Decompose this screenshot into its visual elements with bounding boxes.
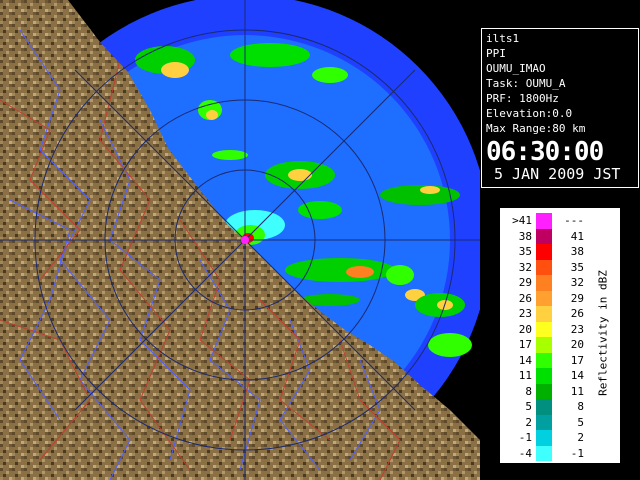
legend-lower-bound: 20 bbox=[518, 322, 532, 336]
legend-upper-bound: 29 bbox=[570, 291, 584, 305]
radar-site-marker bbox=[241, 236, 249, 244]
radar-ppi-map bbox=[0, 0, 480, 480]
legend-upper-bound: 32 bbox=[570, 276, 584, 289]
info-panel: ilts1 PPI OUMU_IMAO Task: OUMU_A PRF: 18… bbox=[481, 28, 639, 188]
observation-time: 06:30:00 bbox=[486, 137, 604, 167]
legend-lower-bound: 2 bbox=[525, 415, 532, 429]
legend-color-swatch bbox=[536, 352, 552, 368]
legend-upper-bound: -1 bbox=[570, 446, 584, 460]
legend-upper-bound: 20 bbox=[570, 338, 584, 351]
legend-lower-bound: -4 bbox=[518, 446, 532, 460]
legend-color-swatch bbox=[536, 228, 552, 244]
legend-lower-bound: 8 bbox=[525, 384, 532, 398]
legend-lower-bound: 11 bbox=[518, 369, 532, 382]
legend-lower-bound: 26 bbox=[518, 291, 532, 305]
legend-color-swatch bbox=[536, 213, 552, 229]
legend-upper-bound: 23 bbox=[570, 322, 584, 336]
legend-upper-bound: 17 bbox=[570, 353, 584, 367]
legend-color-swatch bbox=[536, 383, 552, 399]
max-range-label: Max Range:80 km bbox=[486, 122, 586, 135]
station-name: ilts1 bbox=[486, 32, 520, 45]
legend-upper-bound: 5 bbox=[577, 415, 584, 429]
legend-color-swatch bbox=[536, 445, 552, 461]
task-label: Task: OUMU_A bbox=[486, 77, 566, 90]
legend-color-swatch bbox=[536, 275, 552, 291]
legend-color-swatch bbox=[536, 259, 552, 275]
legend-upper-bound: 38 bbox=[570, 245, 584, 258]
legend-color-swatch bbox=[536, 290, 552, 306]
legend-upper-bound: 35 bbox=[570, 260, 584, 274]
observation-date: 5 JAN 2009 JST bbox=[494, 165, 621, 183]
legend-lower-bound: 17 bbox=[518, 338, 532, 351]
side-panel: ilts1 PPI OUMU_IMAO Task: OUMU_A PRF: 18… bbox=[480, 0, 640, 480]
legend-lower-bound: 32 bbox=[518, 260, 532, 274]
legend-color-swatch bbox=[536, 306, 552, 322]
legend-lower-bound: 29 bbox=[518, 276, 532, 289]
legend-lower-bound: 23 bbox=[518, 307, 532, 320]
legend-lower-bound: 14 bbox=[518, 353, 532, 367]
legend-upper-bound: 41 bbox=[570, 229, 584, 243]
legend-color-swatch bbox=[536, 321, 552, 337]
legend-color-swatch bbox=[536, 430, 552, 446]
legend-color-swatch bbox=[536, 244, 552, 260]
legend-unit-container: Reflectivity in dBZ bbox=[590, 228, 616, 438]
legend-color-swatch bbox=[536, 337, 552, 353]
legend-lower-bound: >41 bbox=[512, 214, 532, 227]
legend-upper-bound: 14 bbox=[570, 369, 584, 382]
elevation-label: Elevation:0.0 bbox=[486, 107, 573, 120]
legend-color-swatch bbox=[536, 399, 552, 415]
legend-upper-bound: --- bbox=[564, 214, 584, 227]
legend-color-swatch bbox=[536, 368, 552, 384]
legend-lower-bound: 5 bbox=[525, 400, 532, 413]
legend-upper-bound: 2 bbox=[577, 431, 584, 444]
site-name: OUMU_IMAO bbox=[486, 62, 546, 75]
reflectivity-legend: Reflectivity in dBZ >41 --- 38 41 35 38 32 35 29… bbox=[500, 208, 620, 463]
prf-label: PRF: 1800Hz bbox=[486, 92, 559, 105]
legend-color-swatch bbox=[536, 414, 552, 430]
legend-upper-bound: 26 bbox=[570, 307, 584, 320]
legend-lower-bound: 35 bbox=[518, 245, 532, 258]
legend-lower-bound: 38 bbox=[518, 229, 532, 243]
legend-upper-bound: 8 bbox=[577, 400, 584, 413]
product-type: PPI bbox=[486, 47, 506, 60]
legend-upper-bound: 11 bbox=[570, 384, 584, 398]
legend-lower-bound: -1 bbox=[518, 431, 532, 444]
legend-unit-label: Reflectivity in dBZ bbox=[596, 270, 610, 396]
